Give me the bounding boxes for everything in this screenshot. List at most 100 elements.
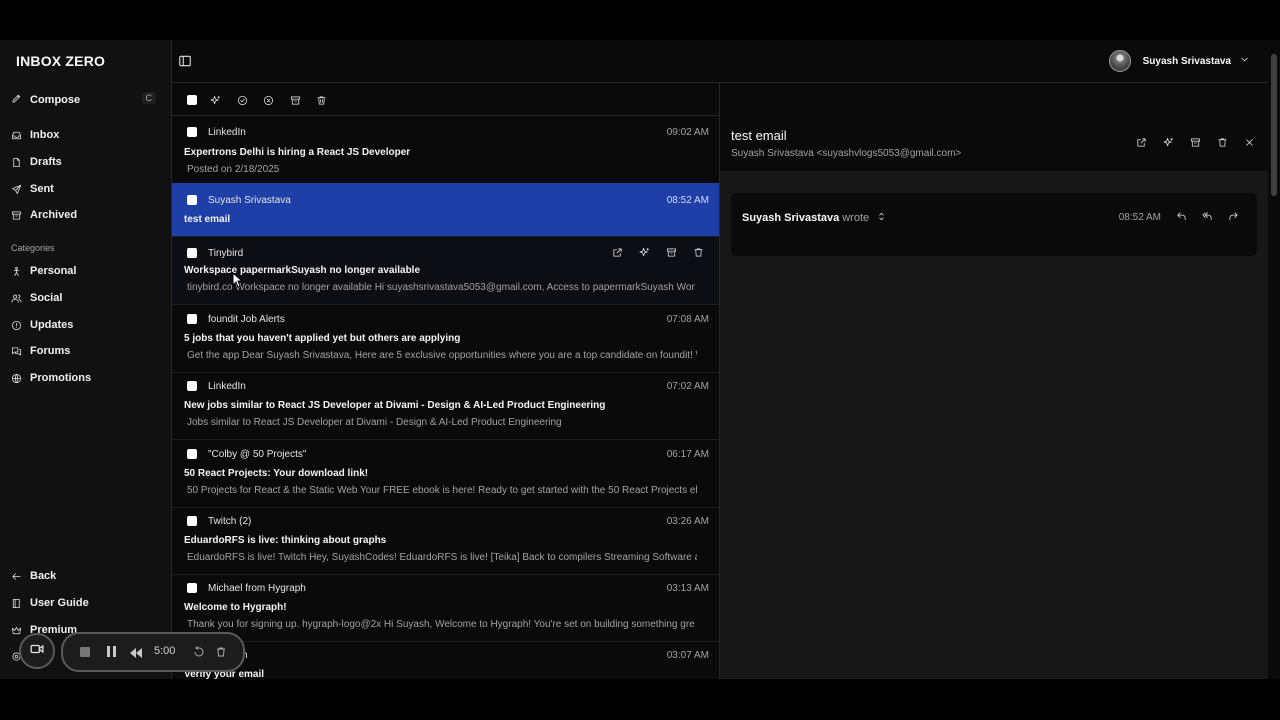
list-item-selected[interactable]: Suyash Srivastava 08:52 AM test email	[172, 183, 719, 237]
app-window: INBOX ZERO Compose C Inbox Drafts Sent A…	[0, 40, 1280, 679]
email-time: 07:02 AM	[666, 381, 709, 392]
send-icon	[11, 184, 22, 195]
sidebar-item-promotions[interactable]: Promotions	[0, 369, 171, 387]
rewind-icon[interactable]	[129, 646, 143, 658]
sidebar-item-archived[interactable]: Archived	[0, 206, 171, 224]
person-icon	[11, 266, 22, 277]
email-time: 03:26 AM	[666, 516, 709, 527]
archive-icon	[11, 210, 22, 221]
email-subject: test email	[184, 214, 231, 225]
list-item[interactable]: h 03:07 AM Verify your email	[172, 641, 719, 679]
sidebar-item-label: Drafts	[30, 156, 62, 168]
list-item[interactable]: Tinybird Workspace papermarkSuyash no lo…	[172, 237, 719, 305]
email-snippet: 50 Projects for React & the Static Web Y…	[187, 485, 697, 496]
forward-icon[interactable]	[1228, 211, 1239, 222]
sidebar-item-forums[interactable]: Forums	[0, 342, 171, 360]
email-sender: "Colby @ 50 Projects"	[208, 449, 307, 460]
sidebar-toggle-icon[interactable]	[178, 54, 192, 68]
x-circle-icon[interactable]	[263, 93, 275, 106]
sidebar-item-inbox[interactable]: Inbox	[0, 126, 171, 144]
archive-icon[interactable]	[290, 93, 302, 105]
messages-icon	[11, 346, 22, 357]
email-time: 06:17 AM	[666, 449, 709, 460]
row-checkbox[interactable]	[187, 127, 197, 137]
sidebar-item-label: Forums	[30, 345, 71, 357]
sidebar-item-label: Personal	[30, 265, 77, 277]
user-menu[interactable]: Suyash Srivastava	[1108, 50, 1250, 72]
sidebar-item-label: Inbox	[30, 129, 60, 141]
scrollbar-thumb[interactable]	[1271, 54, 1277, 196]
email-sender: Michael from Hygraph	[208, 583, 306, 594]
sidebar-item-label: Back	[30, 570, 57, 582]
list-item[interactable]: "Colby @ 50 Projects" 06:17 AM 50 React …	[172, 440, 719, 508]
email-subject: New jobs similar to React JS Developer a…	[184, 400, 606, 411]
user-name: Suyash Srivastava	[1142, 55, 1231, 67]
row-checkbox[interactable]	[187, 516, 197, 526]
row-checkbox[interactable]	[187, 381, 197, 391]
row-checkbox[interactable]	[187, 314, 197, 324]
sidebar-item-back[interactable]: Back	[0, 567, 171, 585]
expand-icon[interactable]	[876, 211, 887, 225]
external-link-icon[interactable]	[1136, 137, 1148, 149]
file-icon	[11, 157, 22, 168]
row-checkbox[interactable]	[187, 449, 197, 459]
sidebar-item-user-guide[interactable]: User Guide	[0, 594, 171, 612]
cursor-icon	[232, 272, 243, 288]
trash-icon[interactable]	[693, 247, 705, 259]
archive-icon[interactable]	[666, 247, 678, 259]
compose-button[interactable]: Compose C	[4, 91, 164, 109]
sparkles-icon[interactable]	[210, 93, 222, 105]
email-time: 09:02 AM	[666, 127, 709, 138]
reply-all-icon[interactable]	[1202, 211, 1213, 222]
sidebar-item-updates[interactable]: Updates	[0, 316, 171, 334]
list-item[interactable]: Twitch (2) 03:26 AM EduardoRFS is live: …	[172, 507, 719, 575]
scrollbar[interactable]	[1268, 40, 1280, 679]
list-item[interactable]: foundit Job Alerts 07:08 AM 5 jobs that …	[172, 305, 719, 373]
stop-button[interactable]	[76, 645, 94, 659]
email-subject: 5 jobs that you haven't applied yet but …	[184, 333, 461, 344]
check-circle-icon[interactable]	[237, 93, 249, 106]
top-bar: Suyash Srivastava	[172, 40, 1268, 83]
reply-icon[interactable]	[1176, 211, 1187, 222]
row-checkbox[interactable]	[187, 583, 197, 593]
sidebar-item-sent[interactable]: Sent	[0, 180, 171, 198]
email-subject: Expertrons Delhi is hiring a React JS De…	[184, 147, 411, 158]
trash-icon[interactable]	[316, 93, 328, 105]
row-checkbox[interactable]	[187, 195, 197, 205]
sparkles-icon[interactable]	[639, 247, 651, 259]
trash-icon[interactable]	[1217, 137, 1229, 149]
archive-icon[interactable]	[1190, 137, 1202, 149]
row-checkbox[interactable]	[187, 248, 197, 258]
categories-heading: Categories	[11, 243, 55, 253]
close-icon[interactable]	[1244, 137, 1256, 149]
sidebar-item-drafts[interactable]: Drafts	[0, 153, 171, 171]
camera-toggle-button[interactable]	[19, 633, 55, 669]
email-subject: Workspace papermarkSuyash no longer avai…	[184, 265, 421, 276]
email-subject: Welcome to Hygraph!	[184, 602, 287, 613]
email-sender: Tinybird	[208, 248, 244, 259]
list-item[interactable]: LinkedIn 07:02 AM New jobs similar to Re…	[172, 372, 719, 440]
email-sender: LinkedIn	[208, 127, 246, 138]
email-sender: Suyash Srivastava	[208, 195, 291, 206]
select-all-checkbox[interactable]	[187, 95, 197, 105]
trash-icon[interactable]	[215, 645, 227, 657]
external-link-icon[interactable]	[612, 247, 624, 259]
sparkles-icon[interactable]	[1163, 137, 1175, 149]
alert-circle-icon	[11, 320, 22, 331]
reader-subject: test email	[731, 128, 787, 143]
list-item[interactable]: LinkedIn 09:02 AM Expertrons Delhi is hi…	[172, 116, 719, 184]
pause-button[interactable]	[107, 646, 116, 658]
book-icon	[11, 598, 22, 609]
sidebar-item-label: Updates	[30, 319, 74, 331]
list-item[interactable]: Michael from Hygraph 03:13 AM Welcome to…	[172, 574, 719, 642]
arrow-left-icon	[11, 571, 22, 582]
email-reader: test email Suyash Srivastava <suyashvlog…	[720, 115, 1268, 679]
restart-icon[interactable]	[193, 645, 205, 657]
message-card[interactable]: Suyash Srivastava wrote 08:52 AM	[731, 193, 1257, 256]
email-sender: Twitch (2)	[208, 516, 252, 527]
chevron-down-icon	[1239, 52, 1250, 70]
sidebar-item-social[interactable]: Social	[0, 289, 171, 307]
message-wrote-label: wrote	[842, 211, 870, 224]
email-snippet: Jobs similar to React JS Developer at Di…	[187, 417, 562, 428]
sidebar-item-personal[interactable]: Personal	[0, 262, 171, 280]
